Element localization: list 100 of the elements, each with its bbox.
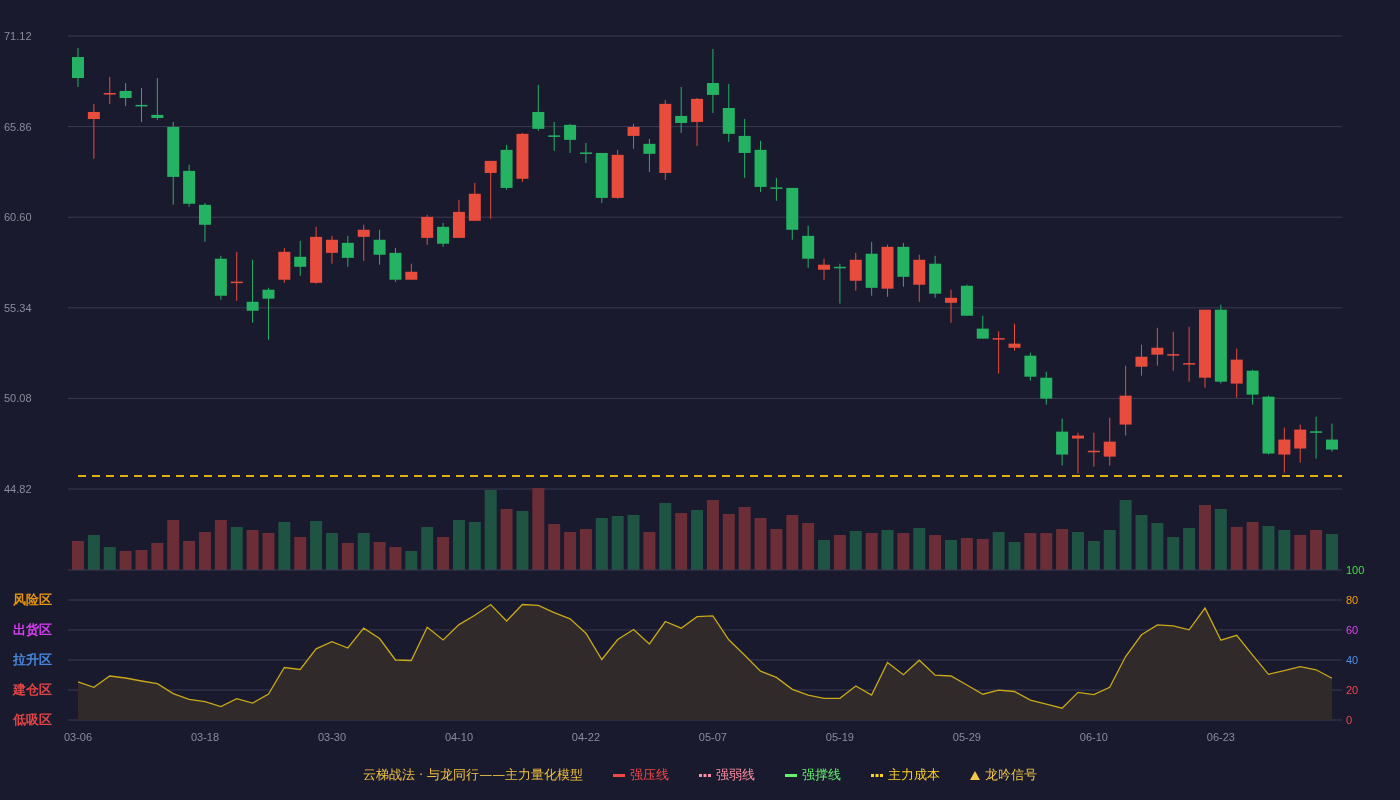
candlestick <box>405 263 418 281</box>
candlestick <box>1246 369 1259 406</box>
candlestick <box>214 255 227 301</box>
candlestick <box>564 123 577 154</box>
legend-label: 强弱线 <box>716 766 756 784</box>
candlestick <box>1008 323 1021 352</box>
candlestick <box>754 140 767 193</box>
candlestick <box>452 199 465 239</box>
candlestick <box>325 235 338 265</box>
legend-title: 云梯战法 · 与龙同行——主力量化模型 <box>362 766 584 784</box>
axis-label: 50.08 <box>4 392 32 405</box>
axis-label: 100 <box>1346 564 1365 576</box>
axis-label: 20 <box>1346 684 1359 696</box>
candlestick <box>516 132 529 183</box>
candlestick <box>437 222 450 248</box>
candlestick <box>278 247 291 284</box>
candlestick <box>500 144 513 191</box>
candlestick <box>1072 432 1084 474</box>
candlestick <box>960 284 973 317</box>
zone-label: 风险区 <box>13 592 52 607</box>
candlestick <box>675 86 688 134</box>
axis-label: 0 <box>1346 714 1353 726</box>
axis-label: 03-30 <box>317 731 347 743</box>
axis-label: 05-19 <box>825 731 854 743</box>
candlestick <box>1040 371 1053 406</box>
zone-label: 拉升区 <box>13 652 52 667</box>
candlestick <box>1151 327 1164 367</box>
candlestick <box>738 118 751 179</box>
candlestick <box>1325 423 1338 453</box>
candlestick <box>1278 427 1291 474</box>
candlestick <box>976 315 989 340</box>
candlestick <box>897 242 910 288</box>
axis-label: 05-07 <box>698 731 727 743</box>
candlestick <box>357 224 370 262</box>
legend-label: 龙吟信号 <box>985 766 1038 784</box>
candlestick <box>881 244 894 298</box>
candlestick <box>1294 424 1307 464</box>
candlestick <box>627 123 640 150</box>
zone-label: 建仓区 <box>13 682 52 697</box>
candlestick <box>913 254 926 303</box>
axis-label: 60.60 <box>4 211 32 224</box>
candlestick <box>87 103 100 160</box>
candlestick <box>484 160 497 220</box>
axis-label: 65.86 <box>4 120 32 133</box>
candlestick <box>1262 395 1275 456</box>
candlestick <box>611 149 624 200</box>
axis-label: 04-22 <box>571 731 600 743</box>
legend-label: 强撑线 <box>802 766 842 784</box>
candlestick <box>929 255 942 299</box>
candlestick <box>849 252 862 292</box>
axis-label: 05-29 <box>952 731 981 743</box>
axis-label: 55.34 <box>4 301 32 314</box>
candlestick <box>373 229 386 266</box>
candlestick <box>310 226 323 285</box>
candlestick <box>72 47 84 88</box>
candlestick <box>1119 365 1132 437</box>
candlestick <box>722 83 735 143</box>
axis-label: 03-06 <box>63 731 93 743</box>
candlestick <box>1024 352 1037 382</box>
candlestick <box>786 187 799 241</box>
candlestick <box>691 97 704 147</box>
candlestick <box>706 48 719 114</box>
candlestick <box>770 177 783 202</box>
axis-label: 03-18 <box>190 731 220 743</box>
candlestick <box>1310 416 1323 459</box>
candlestick <box>1230 348 1243 399</box>
candlestick <box>548 121 561 152</box>
axis-label: 04-10 <box>444 731 473 743</box>
candlestick <box>945 289 957 324</box>
candlestick <box>341 235 354 268</box>
candlestick <box>246 259 259 324</box>
axis-label: 06-23 <box>1206 731 1235 743</box>
candlestick <box>262 287 275 341</box>
candlestick <box>532 84 545 132</box>
candlestick <box>1056 418 1069 467</box>
candlestick <box>579 142 592 164</box>
candlestick <box>389 247 402 283</box>
axis-label: 60 <box>1346 624 1359 636</box>
zone-label: 出货区 <box>13 622 52 637</box>
legend-label: 主力成本 <box>888 766 941 784</box>
candlestick <box>421 214 434 246</box>
axis-label: 40 <box>1346 654 1359 666</box>
candlestick <box>1135 344 1148 377</box>
candlestick <box>119 82 132 107</box>
candlestick <box>103 76 116 105</box>
axis-label: 71.12 <box>4 30 32 42</box>
zone-label: 低吸区 <box>13 712 52 727</box>
candlestick <box>818 258 831 281</box>
candlestick <box>992 330 1005 375</box>
axis-label: 06-10 <box>1079 731 1108 743</box>
candlestick <box>1087 432 1100 468</box>
candlestick <box>468 182 481 222</box>
candlestick <box>294 240 307 277</box>
candlestick <box>595 152 608 204</box>
axis-label: 80 <box>1346 594 1359 606</box>
candlestick <box>833 263 846 305</box>
candlestick <box>230 251 243 302</box>
candlestick <box>643 138 656 173</box>
candlestick <box>1167 331 1180 372</box>
axis-label: 44.82 <box>4 483 32 495</box>
